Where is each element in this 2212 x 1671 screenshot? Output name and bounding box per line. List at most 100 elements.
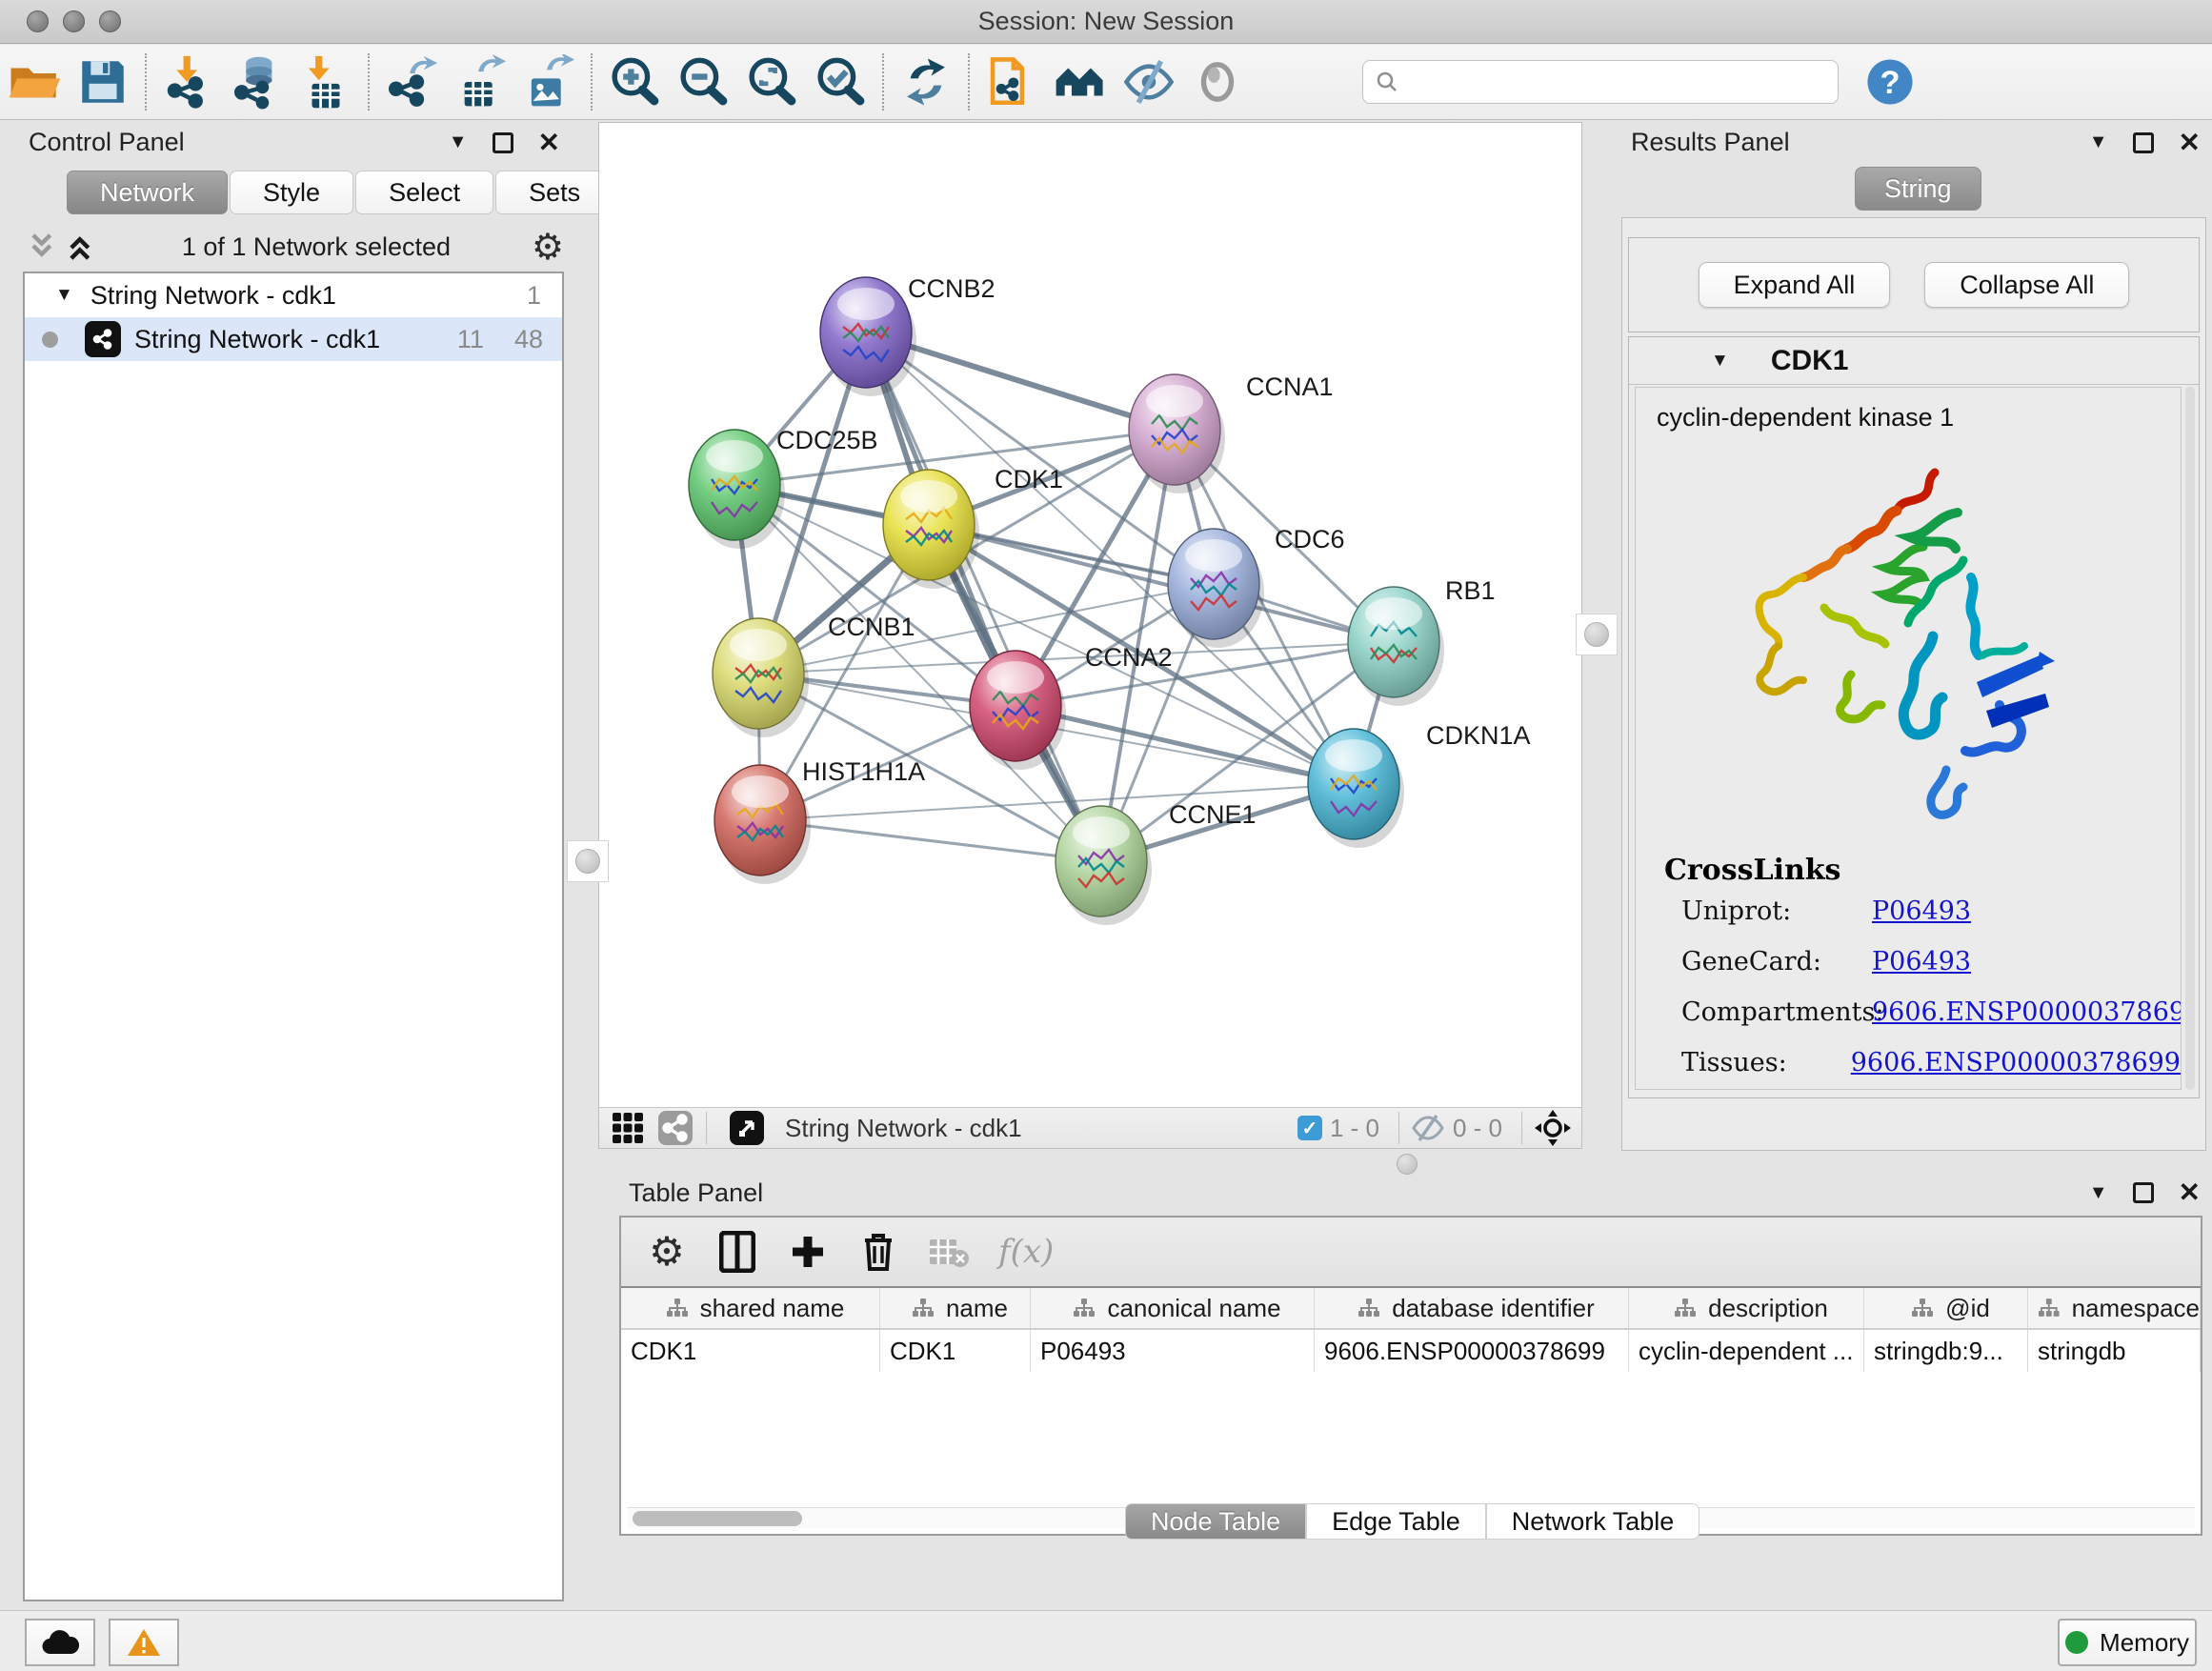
table-cell[interactable]: stringdb [2028, 1330, 2201, 1372]
column-header[interactable]: shared name [621, 1288, 880, 1328]
toolbar-search-field[interactable] [1362, 60, 1839, 104]
tab-network-table[interactable]: Network Table [1486, 1503, 1700, 1540]
panel-float-icon[interactable] [2133, 132, 2154, 153]
table-cell[interactable]: cyclin-dependent ... [1629, 1330, 1864, 1372]
column-attribute-icon [1357, 1298, 1380, 1319]
panel-collapse-icon[interactable]: ▼ [2089, 131, 2108, 153]
crosslink-link[interactable]: P06493 [1872, 896, 1971, 926]
right-splitter-handle[interactable] [1576, 614, 1618, 655]
column-header[interactable]: description [1629, 1288, 1864, 1328]
panel-close-icon[interactable]: ✕ [2179, 132, 2201, 153]
expand-all-button[interactable]: Expand All [1699, 262, 1891, 308]
network-share-icon[interactable] [656, 1109, 694, 1147]
crosslink-link[interactable]: 9606.ENSP00000378699 [1872, 997, 2182, 1027]
gear-icon[interactable]: ⚙ [532, 230, 564, 264]
network-node-ccnb1[interactable]: CCNB1 [713, 613, 915, 737]
tab-node-table[interactable]: Node Table [1125, 1503, 1306, 1540]
zoom-out-button[interactable] [669, 50, 737, 113]
string-import-button[interactable] [977, 50, 1046, 113]
import-network-file-button[interactable] [154, 50, 223, 113]
tab-string[interactable]: String [1855, 167, 1981, 211]
table-cell[interactable]: P06493 [1031, 1330, 1315, 1372]
collapse-all-button[interactable]: Collapse All [1924, 262, 2129, 308]
column-header[interactable]: name [880, 1288, 1031, 1328]
network-tree-root-row[interactable]: ▼ String Network - cdk1 1 [25, 273, 562, 317]
results-scrollbar[interactable] [2185, 387, 2195, 1090]
gene-section-header[interactable]: ▼ CDK1 [1629, 337, 2199, 385]
import-table-button[interactable] [292, 50, 360, 113]
crosslink-link[interactable]: 9606.ENSP00000378699 [1851, 1048, 2181, 1077]
import-network-database-button[interactable] [223, 50, 292, 113]
scrollbar-thumb[interactable] [633, 1511, 802, 1526]
delete-column-trash-icon[interactable] [857, 1231, 899, 1273]
network-edge[interactable] [760, 820, 1101, 861]
memory-button[interactable]: Memory [2058, 1619, 2197, 1666]
refresh-view-button[interactable] [892, 50, 960, 113]
column-header[interactable]: namespace [2028, 1288, 2201, 1328]
selected-checkbox-icon[interactable]: ✓ [1297, 1116, 1322, 1140]
open-session-button[interactable] [0, 50, 69, 113]
network-node-ccna1[interactable]: CCNA1 [1129, 372, 1334, 493]
export-table-button[interactable] [446, 50, 514, 113]
network-tree-child-row[interactable]: String Network - cdk1 11 48 [25, 317, 562, 361]
help-icon: ? [1862, 54, 1918, 110]
panel-close-icon[interactable]: ✕ [538, 132, 560, 153]
table-cell[interactable]: CDK1 [880, 1330, 1031, 1372]
help-button[interactable]: ? [1856, 50, 1924, 113]
table-panel-title: Table Panel [629, 1178, 763, 1208]
hide-graphics-button[interactable] [1115, 50, 1183, 113]
network-node-rb1[interactable]: RB1 [1348, 576, 1496, 706]
birds-eye-icon[interactable] [1534, 1109, 1572, 1147]
tree-expand-icon[interactable]: ▼ [55, 285, 73, 306]
tab-network[interactable]: Network [67, 171, 228, 214]
network-node-ccna2[interactable]: CCNA2 [970, 643, 1173, 770]
expand-all-chevron-icon[interactable] [63, 231, 101, 263]
network-node-cdc6[interactable]: CDC6 [1168, 525, 1345, 648]
network-node-ccnb2[interactable]: CCNB2 [820, 274, 995, 396]
grid-view-icon[interactable] [609, 1109, 647, 1147]
table-row[interactable]: CDK1CDK1P064939606.ENSP00000378699cyclin… [621, 1330, 2201, 1372]
section-expand-icon[interactable]: ▼ [1711, 351, 1729, 372]
table-cell[interactable]: CDK1 [621, 1330, 880, 1372]
panel-float-icon[interactable] [2133, 1182, 2154, 1203]
tab-select[interactable]: Select [355, 171, 493, 214]
string-home-button[interactable] [1046, 50, 1115, 113]
column-header[interactable]: canonical name [1031, 1288, 1315, 1328]
crosslink-link[interactable]: P06493 [1872, 947, 1971, 976]
show-graphics-button[interactable] [1183, 50, 1252, 113]
bottom-splitter-handle[interactable] [1386, 1151, 1428, 1178]
tab-sets[interactable]: Sets [495, 171, 613, 214]
network-node-cdkn1a[interactable]: CDKN1A [1308, 721, 1531, 848]
panel-collapse-icon[interactable]: ▼ [449, 131, 468, 153]
open-in-window-icon[interactable] [728, 1109, 766, 1147]
warning-status-button[interactable] [109, 1619, 179, 1666]
zoom-selected-button[interactable] [806, 50, 875, 113]
search-input[interactable] [1409, 69, 1819, 95]
zoom-in-button[interactable] [600, 50, 669, 113]
network-node-hist1h1a[interactable]: HIST1H1A [714, 757, 925, 884]
panel-float-icon[interactable] [493, 132, 513, 153]
column-header[interactable]: @id [1864, 1288, 2028, 1328]
left-splitter-handle[interactable] [567, 840, 609, 882]
network-node-cdc25b[interactable]: CDC25B [689, 426, 878, 549]
network-canvas[interactable]: CCNB2CCNA1CDC25BCDK1CDC6RB1CCNB1CCNA2CDK… [599, 123, 1581, 1107]
table-cell[interactable]: 9606.ENSP00000378699 [1315, 1330, 1629, 1372]
node-label: CCNB1 [828, 613, 915, 641]
tab-style[interactable]: Style [230, 171, 353, 214]
export-network-button[interactable] [377, 50, 446, 113]
panel-collapse-icon[interactable]: ▼ [2089, 1182, 2108, 1204]
panel-close-icon[interactable]: ✕ [2179, 1182, 2201, 1203]
column-header[interactable]: database identifier [1315, 1288, 1629, 1328]
cloud-status-button[interactable] [25, 1619, 95, 1666]
tab-edge-table[interactable]: Edge Table [1306, 1503, 1486, 1540]
zoom-fit-button[interactable] [737, 50, 806, 113]
collapse-all-chevron-icon[interactable] [25, 231, 63, 263]
create-column-plus-icon[interactable] [787, 1231, 829, 1273]
export-image-button[interactable] [514, 50, 583, 113]
table-cell[interactable]: stringdb:9... [1864, 1330, 2028, 1372]
show-columns-icon[interactable] [716, 1231, 758, 1273]
network-edge[interactable] [1016, 706, 1354, 784]
save-session-button[interactable] [69, 50, 137, 113]
table-settings-gear-icon[interactable]: ⚙ [646, 1231, 688, 1273]
network-tree: ▼ String Network - cdk1 1 String Network… [23, 272, 564, 1601]
